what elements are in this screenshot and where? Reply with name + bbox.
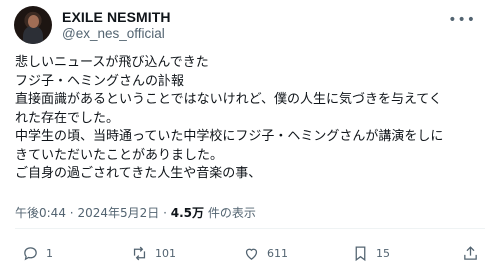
post-line: きていただいたことがありました。 <box>15 147 224 163</box>
repost-icon <box>133 246 146 261</box>
divider <box>15 228 485 229</box>
post-line: 中学生の頃、当時通っていた中学校にフジ子・ヘミングさんが講演をしに <box>15 129 444 144</box>
author-name[interactable]: EXILE NESMITH <box>62 9 171 25</box>
post-line: ご自身の過ごされてきた人生や音楽の事、 <box>15 166 262 181</box>
repost-button[interactable]: 101 <box>131 245 176 262</box>
action-bar: 1 101 611 15 <box>0 245 500 265</box>
author-handle[interactable]: @ex_nes_official <box>62 26 165 41</box>
post-date[interactable]: 2024年5月2日 <box>77 206 159 220</box>
reply-button[interactable]: 1 <box>22 245 53 262</box>
share-button[interactable] <box>462 245 479 262</box>
like-icon <box>245 248 258 260</box>
meta-separator: · <box>163 206 167 220</box>
post-line: 直接面識があるということではないけれど、僕の人生に気づきを与えてく <box>15 92 442 107</box>
avatar[interactable] <box>14 6 52 44</box>
views-label: 件の表示 <box>207 206 256 220</box>
reply-count: 1 <box>46 247 53 260</box>
view-count: 4.5万 <box>170 206 204 220</box>
post-text: 悲しいニュースが飛び込んできた フジ子・ヘミングさんの訃報 直接面識があるという… <box>15 54 490 184</box>
share-icon <box>464 246 477 260</box>
bookmark-count: 15 <box>376 247 390 260</box>
meta-separator: · <box>69 206 74 220</box>
post-meta: 午後0:44 · 2024年5月2日 · 4.5万 件の表示 <box>15 204 256 221</box>
repost-count: 101 <box>155 247 176 260</box>
like-button[interactable]: 611 <box>243 245 288 262</box>
reply-icon <box>24 247 37 261</box>
post-line: れた存在でした。 <box>15 110 120 126</box>
post-line: フジ子・ヘミングさんの訃報 <box>15 73 185 89</box>
post-time[interactable]: 午後0:44 <box>15 206 66 220</box>
like-count: 611 <box>267 247 288 260</box>
post-line: 悲しいニュースが飛び込んできた <box>15 55 209 70</box>
more-options-icon[interactable]: ••• <box>448 13 476 27</box>
bookmark-button[interactable]: 15 <box>352 245 390 262</box>
bookmark-icon <box>355 246 366 262</box>
